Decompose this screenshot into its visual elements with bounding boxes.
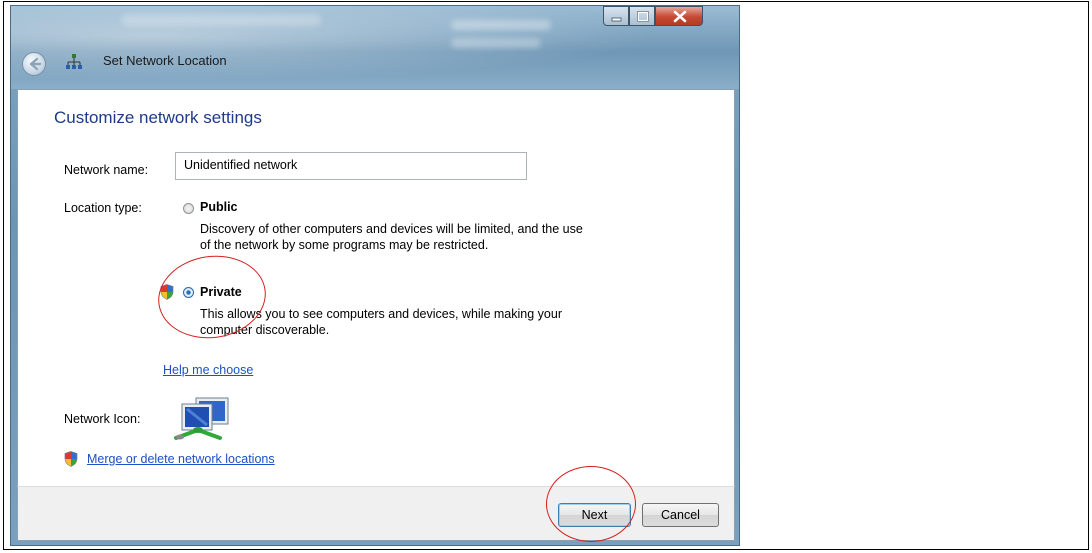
back-button[interactable] xyxy=(22,52,46,76)
close-icon xyxy=(673,10,687,23)
location-type-label: Location type: xyxy=(64,201,142,215)
annotation-circle-next xyxy=(546,466,636,542)
maximize-icon xyxy=(637,11,649,22)
minimize-button[interactable] xyxy=(603,6,629,26)
minimize-icon xyxy=(611,17,622,22)
network-name-field[interactable]: Unidentified network xyxy=(175,152,527,180)
network-name-label: Network name: xyxy=(64,163,149,177)
merge-delete-locations-link[interactable]: Merge or delete network locations xyxy=(87,452,275,466)
caption-buttons xyxy=(603,6,737,28)
help-me-choose-link[interactable]: Help me choose xyxy=(163,363,253,377)
cancel-button[interactable]: Cancel xyxy=(642,503,719,527)
uac-shield-icon xyxy=(64,451,78,467)
network-icon-label: Network Icon: xyxy=(64,412,141,426)
background-blur xyxy=(451,38,541,48)
public-option-title[interactable]: Public xyxy=(200,200,238,214)
close-button[interactable] xyxy=(655,6,703,26)
network-icon xyxy=(66,54,82,69)
network-computers-icon[interactable] xyxy=(172,394,232,444)
maximize-button[interactable] xyxy=(629,6,655,26)
public-radio[interactable] xyxy=(183,203,194,214)
window-title: Set Network Location xyxy=(103,53,227,68)
background-blur xyxy=(121,14,321,26)
public-option-description: Discovery of other computers and devices… xyxy=(200,222,583,252)
back-arrow-icon xyxy=(29,57,42,71)
page-heading: Customize network settings xyxy=(54,108,262,127)
background-blur xyxy=(451,20,551,30)
